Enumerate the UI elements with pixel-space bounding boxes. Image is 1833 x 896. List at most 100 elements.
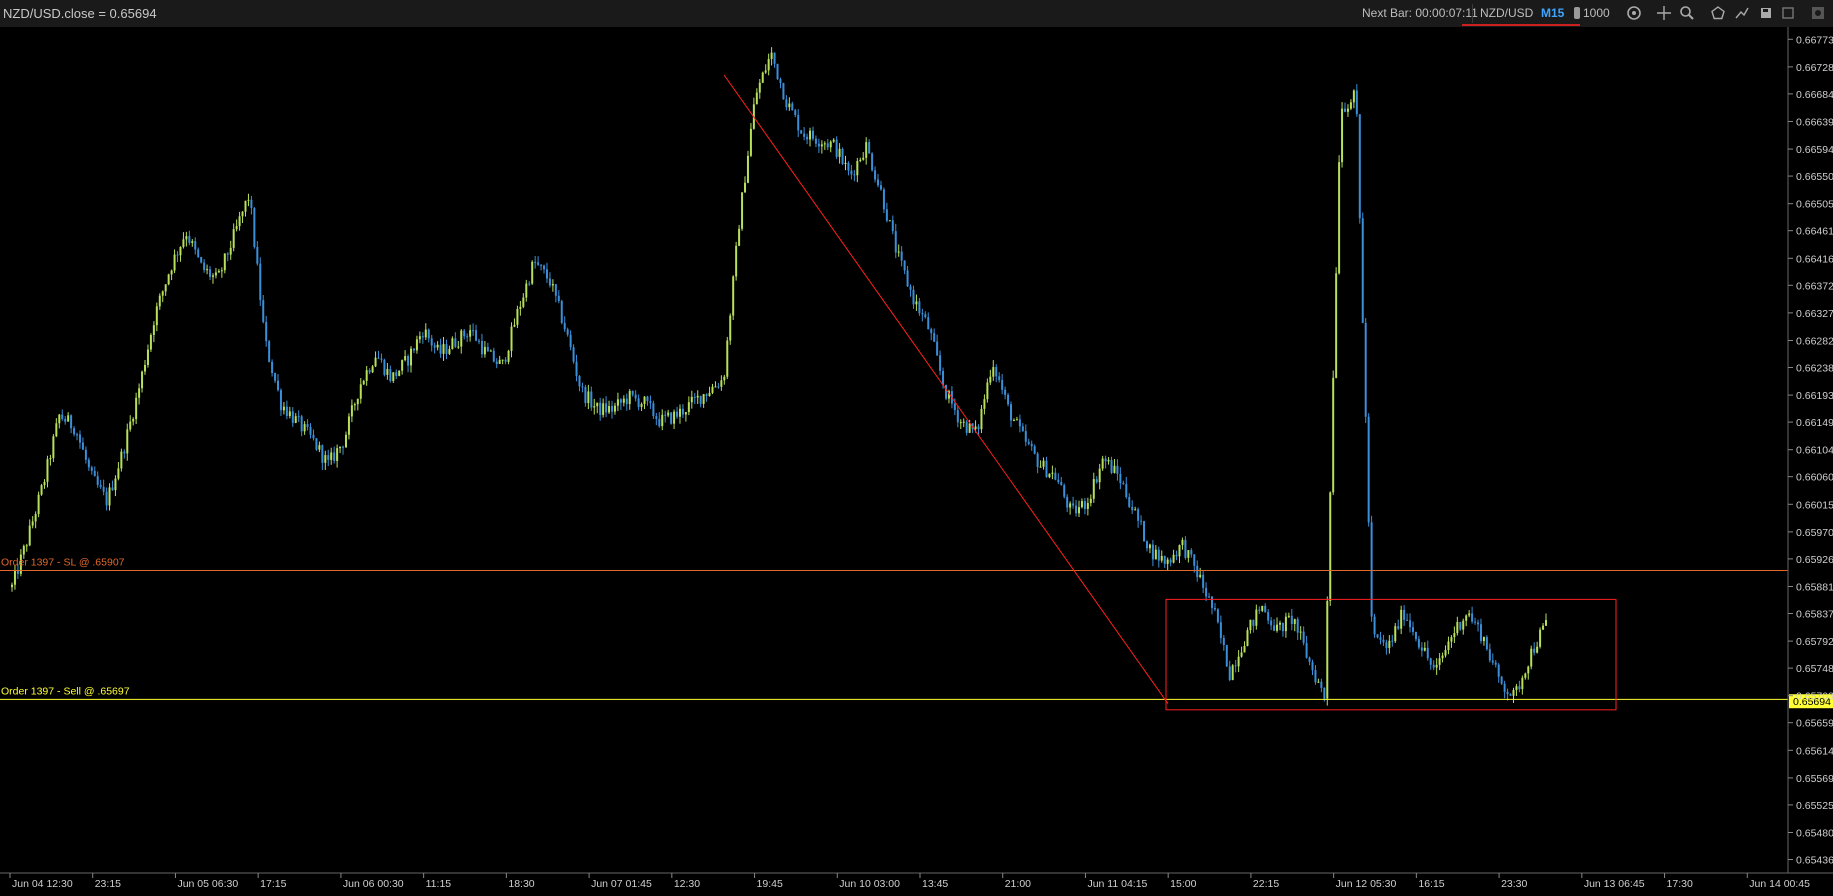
candle-body bbox=[726, 340, 729, 377]
candle-body bbox=[989, 376, 992, 383]
candle-body bbox=[862, 157, 865, 160]
symbol-selector[interactable]: NZD/USD bbox=[1480, 6, 1533, 20]
candle-body bbox=[495, 361, 498, 364]
candle-body bbox=[1066, 496, 1069, 508]
candle-body bbox=[40, 485, 43, 495]
candle-body bbox=[915, 301, 918, 305]
zoom-icon[interactable] bbox=[1678, 4, 1696, 22]
candle-body bbox=[1471, 613, 1474, 622]
candle-body bbox=[684, 412, 687, 415]
candle-body bbox=[1355, 90, 1358, 115]
candle-body bbox=[545, 269, 548, 279]
candle-body bbox=[1001, 380, 1004, 390]
candle-body bbox=[146, 349, 149, 365]
pentagon-icon[interactable] bbox=[1709, 4, 1727, 22]
settings-icon[interactable] bbox=[1809, 4, 1827, 22]
candle-body bbox=[874, 170, 877, 180]
candle-body bbox=[507, 350, 510, 362]
candle-body bbox=[1086, 503, 1089, 509]
candle-body bbox=[1075, 505, 1078, 514]
candle-body bbox=[859, 159, 862, 161]
candle-body bbox=[1344, 108, 1347, 112]
candle-body bbox=[563, 322, 566, 330]
candle-body bbox=[968, 423, 971, 433]
candle-body bbox=[347, 416, 350, 435]
sync-icon[interactable] bbox=[1625, 4, 1643, 22]
candle-body bbox=[1417, 639, 1420, 648]
candle-body bbox=[1205, 587, 1208, 597]
candle-body bbox=[817, 143, 820, 147]
candle-body bbox=[1462, 620, 1465, 630]
crosshair-icon[interactable] bbox=[1655, 4, 1673, 22]
candle-body bbox=[1400, 609, 1403, 629]
candle-body bbox=[865, 142, 868, 158]
candle-body bbox=[93, 470, 96, 477]
candle-body bbox=[501, 359, 504, 361]
candle-body bbox=[297, 416, 300, 418]
candle-body bbox=[1030, 443, 1033, 447]
y-tick-label: 0.66282 bbox=[1796, 335, 1833, 347]
candle-body bbox=[705, 394, 708, 396]
candle-body bbox=[1503, 683, 1506, 692]
candle-body bbox=[619, 399, 622, 403]
candle-body bbox=[853, 174, 856, 176]
candle-body bbox=[377, 357, 380, 359]
candle-body bbox=[513, 324, 516, 327]
candle-body bbox=[924, 314, 927, 318]
candle-body bbox=[888, 220, 891, 222]
candle-body bbox=[897, 251, 900, 253]
candle-body bbox=[421, 336, 424, 338]
candle-body bbox=[457, 346, 460, 348]
candle-body bbox=[1512, 690, 1515, 696]
candle-body bbox=[123, 451, 126, 454]
timeframe-selector[interactable]: M15 bbox=[1541, 6, 1564, 20]
candle-body bbox=[927, 317, 930, 330]
y-tick-label: 0.66684 bbox=[1796, 89, 1833, 101]
candle-body bbox=[1101, 458, 1104, 469]
x-tick-label: 16:15 bbox=[1418, 878, 1444, 890]
candle-body bbox=[1042, 460, 1045, 467]
y-tick-label: 0.65748 bbox=[1796, 663, 1833, 675]
candle-body bbox=[37, 494, 40, 515]
screenshot-icon[interactable] bbox=[1779, 4, 1797, 22]
candle-body bbox=[1376, 634, 1379, 638]
candle-body bbox=[472, 330, 475, 332]
x-tick-label: 22:15 bbox=[1253, 878, 1279, 890]
candle-body bbox=[1391, 640, 1394, 642]
candle-body bbox=[1273, 625, 1276, 631]
price-chart[interactable]: 0.65694 0.667730.667280.666840.666390.66… bbox=[0, 27, 1833, 896]
candle-body bbox=[1181, 539, 1184, 546]
candle-body bbox=[847, 162, 850, 171]
quantity-field[interactable]: 1000 bbox=[1583, 6, 1610, 20]
candle-body bbox=[1225, 645, 1228, 667]
candle-body bbox=[566, 329, 569, 335]
candle-body bbox=[761, 72, 764, 83]
candle-body bbox=[1015, 419, 1018, 421]
candle-body bbox=[418, 336, 421, 340]
candle-body bbox=[288, 411, 291, 416]
candle-body bbox=[105, 491, 108, 506]
candle-body bbox=[921, 313, 924, 315]
candle-body bbox=[410, 348, 413, 366]
candle-body bbox=[1453, 633, 1456, 638]
next-bar-countdown: Next Bar: 00:00:07:11 bbox=[1362, 6, 1478, 20]
candle-body bbox=[1063, 485, 1066, 497]
candle-body bbox=[942, 370, 945, 385]
candle-body bbox=[238, 216, 241, 227]
candle-body bbox=[300, 416, 303, 432]
candle-body bbox=[729, 315, 732, 341]
draw-icon[interactable] bbox=[1733, 4, 1751, 22]
candle-body bbox=[463, 330, 466, 337]
y-tick-label: 0.66193 bbox=[1796, 390, 1833, 402]
x-tick-label: 19:45 bbox=[757, 878, 783, 890]
candle-body bbox=[596, 402, 599, 407]
candle-body bbox=[120, 451, 123, 469]
candle-body bbox=[1406, 619, 1409, 621]
candle-body bbox=[534, 261, 537, 263]
candle-body bbox=[1468, 613, 1471, 616]
candle-body bbox=[1249, 619, 1252, 631]
candle-body bbox=[235, 226, 238, 230]
x-tick-label: 17:15 bbox=[260, 878, 286, 890]
y-tick-label: 0.65525 bbox=[1796, 800, 1833, 812]
save-icon[interactable] bbox=[1757, 4, 1775, 22]
